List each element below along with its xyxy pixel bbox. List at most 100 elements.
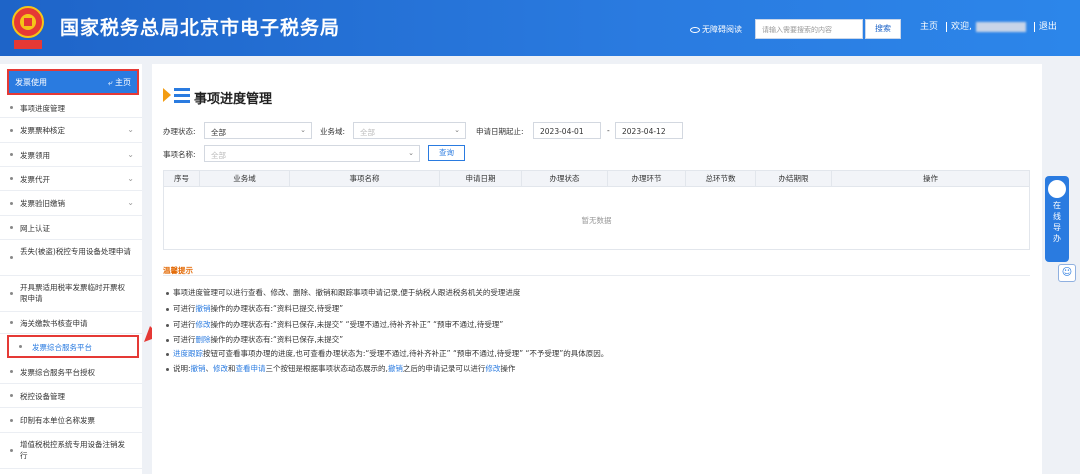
tip-link[interactable]: 删除: [196, 335, 211, 344]
tip-link[interactable]: 撤销: [388, 364, 403, 373]
bullet-icon: [166, 367, 169, 371]
helper-label-char: 导: [1053, 223, 1061, 232]
tip-text: 、: [205, 364, 214, 373]
tip-text: 按钮可查看事项办理的进度,也可查看办理状态为:“受理不通过,待补齐补正” “预审…: [203, 349, 609, 358]
domain-label: 业务域:: [320, 127, 346, 136]
item-name-select[interactable]: 全部 ⌄: [204, 145, 420, 162]
column-header: 序号: [164, 171, 200, 187]
tip-link[interactable]: 撤销: [196, 304, 211, 313]
user-support-icon[interactable]: ☺: [1058, 264, 1076, 282]
tip-text: 三个按钮是根据事项状态动态展示的,: [265, 364, 388, 373]
home-shortcut[interactable]: ⤶ 主页: [108, 77, 131, 88]
chevron-down-icon: ⌄: [300, 126, 306, 134]
tip-line: 可进行撤销操作的办理状态有:“资料已提交,待受理”: [166, 303, 343, 314]
bullet-icon: [166, 352, 169, 356]
tip-line: 可进行删除操作的办理状态有:“资料已保存,未提交”: [166, 334, 343, 345]
tip-link[interactable]: 查看申请: [236, 364, 266, 373]
column-header: 事项名称: [290, 171, 440, 187]
date-start-input[interactable]: 2023-04-01: [533, 122, 601, 139]
tip-text: 可进行: [173, 320, 196, 329]
tip-line: 说明:撤销、修改和查看申请三个按钮是根据事项状态动态展示的,撤销之后的申请记录可…: [166, 363, 515, 374]
sidebar-item-type-approval[interactable]: 发票票种核定 ⌄: [0, 118, 142, 143]
divider: [1033, 21, 1035, 32]
assistant-avatar-icon: [1048, 180, 1066, 198]
search-button[interactable]: 搜索: [865, 19, 901, 39]
top-header: 国家税务总局北京市电子税务局 无障碍阅读 请输入需要搜索的内容 搜索 主页 欢迎,…: [0, 0, 1080, 56]
tip-text: 之后的申请记录可以进行: [402, 364, 486, 373]
sidebar-item-progress[interactable]: 事项进度管理: [0, 98, 142, 118]
sidebar-item-online-auth[interactable]: 网上认证: [0, 216, 142, 240]
column-header: 办结期限: [756, 171, 832, 187]
progress-table: 序号 业务域 事项名称 申请日期 办理状态 办理环节 总环节数 办结期限 操作 …: [163, 170, 1030, 250]
sidebar-item-invoice-cancel[interactable]: 发票验旧缴销 ⌄: [0, 191, 142, 216]
home-link[interactable]: 主页: [920, 22, 938, 32]
tip-line: 可进行修改操作的办理状态有:“资料已保存,未提交” “受理不通过,待补齐补正” …: [166, 319, 503, 330]
sidebar-item-invoice-proxy[interactable]: 发票代开 ⌄: [0, 167, 142, 191]
sidebar-item-invoice-collect[interactable]: 发票领用 ⌄: [0, 143, 142, 167]
query-button[interactable]: 查询: [428, 145, 465, 161]
divider: [163, 275, 1030, 276]
sidebar-item-device-deregister[interactable]: 增值税税控系统专用设备注销发行: [0, 433, 142, 469]
empty-state: 暂无数据: [581, 216, 612, 225]
tip-text: 说明:: [173, 364, 191, 373]
helper-label-char: 在: [1053, 201, 1061, 210]
date-range-label: 申请日期起止:: [476, 127, 524, 136]
search-input[interactable]: 请输入需要搜索的内容: [755, 19, 863, 39]
status-label: 办理状态:: [163, 127, 196, 136]
tip-text: 操作: [500, 364, 516, 373]
sidebar-section-invoice-use[interactable]: 发票使用 ⤶ 主页: [7, 69, 139, 95]
tip-link[interactable]: 撤销: [191, 364, 206, 373]
sidebar-item-device-manage[interactable]: 税控设备管理: [0, 384, 142, 408]
site-title: 国家税务总局北京市电子税务局: [60, 17, 341, 39]
sidebar-item-customs-check[interactable]: 海关缴款书核查申请: [0, 312, 142, 334]
column-header: 办理状态: [522, 171, 608, 187]
sidebar-item-print-invoice[interactable]: 印制有本单位名称发票: [0, 408, 142, 433]
item-name-label: 事项名称:: [163, 150, 196, 159]
tip-link[interactable]: 修改: [485, 364, 500, 373]
user-name-redacted: [975, 21, 1026, 32]
sidebar: 发票使用 ⤶ 主页 事项进度管理 发票票种核定 ⌄ 发票领用 ⌄ 发票代开 ⌄ 发票验…: [0, 64, 142, 474]
date-end-input[interactable]: 2023-04-12: [615, 122, 683, 139]
column-header: 办理环节: [608, 171, 686, 187]
page-title: 事项进度管理: [194, 92, 273, 107]
sidebar-item-platform-auth[interactable]: 发票综合服务平台授权: [0, 360, 142, 384]
domain-select[interactable]: 全部 ⌄: [353, 122, 466, 139]
chevron-down-icon: ⌄: [408, 149, 414, 157]
tax-emblem-icon: [12, 6, 44, 49]
bullet-icon: [166, 323, 169, 327]
tip-line: 事项进度管理可以进行查看、修改、删除、撤销和跟踪事项申请记录,便于纳税人跟进税务…: [166, 287, 520, 298]
tip-text: 和: [228, 364, 236, 373]
tip-text: 可进行: [173, 335, 196, 344]
sidebar-item-service-platform[interactable]: 发票综合服务平台: [7, 335, 139, 358]
tip-text: 操作的办理状态有:“资料已保存,未提交” “受理不通过,待补齐补正” “预审不通…: [210, 320, 504, 329]
column-header: 操作: [923, 174, 938, 183]
chevron-down-icon: ⌄: [127, 198, 134, 207]
main-panel: 事项进度管理 办理状态: 全部 ⌄ 业务域: 全部 ⌄ 申请日期起止: 2023-0…: [152, 64, 1042, 474]
sidebar-item-lost-device[interactable]: 丢失(被盗)税控专用设备处理申请: [0, 240, 142, 276]
list-icon: [163, 88, 190, 103]
tip-text: 操作的办理状态有:“资料已保存,未提交”: [210, 335, 344, 344]
helper-label-char: 线: [1053, 212, 1061, 221]
helper-label-char: 办: [1053, 234, 1061, 243]
date-separator: -: [607, 126, 610, 135]
column-header: 总环节数: [686, 171, 756, 187]
column-header: 申请日期: [440, 171, 522, 187]
chevron-down-icon: ⌄: [454, 126, 460, 134]
tip-link[interactable]: 进度跟踪: [173, 349, 203, 358]
divider: [946, 21, 948, 32]
status-select[interactable]: 全部 ⌄: [204, 122, 312, 139]
chevron-down-icon: ⌄: [127, 125, 134, 134]
accessibility-link[interactable]: 无障碍阅读: [690, 24, 742, 35]
table-header: 序号 业务域 事项名称 申请日期 办理状态 办理环节 总环节数 办结期限 操作: [164, 171, 1029, 187]
bullet-icon: [166, 291, 169, 295]
welcome-text: 欢迎,: [951, 22, 972, 32]
bullet-icon: [166, 307, 169, 311]
chevron-down-icon: ⌄: [127, 149, 134, 159]
bullet-icon: [166, 338, 169, 342]
logout-link[interactable]: 退出: [1039, 22, 1057, 32]
tip-link[interactable]: 修改: [213, 364, 228, 373]
sidebar-item-temp-permission[interactable]: 开具票适用税率发票临时开票权限申请: [0, 276, 142, 312]
online-guide-button[interactable]: 在 线 导 办: [1045, 176, 1069, 262]
tip-link[interactable]: 修改: [196, 320, 211, 329]
chevron-down-icon: ⌄: [127, 173, 134, 183]
